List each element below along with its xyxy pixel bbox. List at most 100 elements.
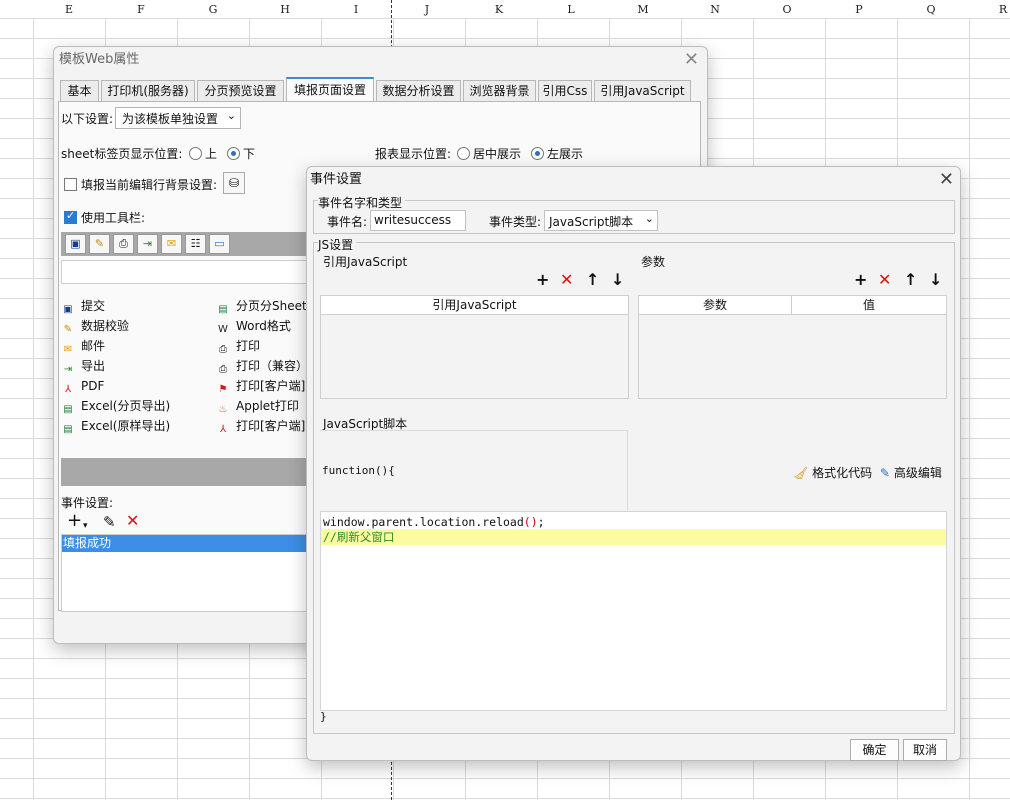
function-close-line: } bbox=[320, 710, 327, 723]
column-header[interactable]: L bbox=[535, 0, 607, 18]
print-icon[interactable]: ⎙ bbox=[113, 234, 134, 254]
bg-setting-checkbox[interactable]: 填报当前编辑行背景设置: bbox=[64, 176, 217, 193]
list-item-word[interactable]: W Word格式 bbox=[216, 316, 291, 336]
pencil-icon[interactable]: ✎ bbox=[89, 234, 110, 254]
column-header[interactable]: R bbox=[967, 0, 1010, 18]
list-item-label: 提交 bbox=[81, 299, 106, 313]
checkbox-icon bbox=[64, 209, 77, 224]
layout-icon[interactable]: ☷ bbox=[185, 234, 206, 254]
setting-dropdown[interactable]: 为该模板单独设置 ⌄ bbox=[115, 107, 241, 129]
format-code-button[interactable]: 🧹︎ 格式化代码 bbox=[793, 464, 872, 481]
event-type-dropdown[interactable]: JavaScript脚本 ⌄ bbox=[544, 210, 658, 231]
report-position-center[interactable]: 居中展示 bbox=[457, 145, 521, 162]
toolbar-checkbox[interactable]: 使用工具栏: bbox=[64, 209, 145, 226]
js-settings-group-label: JS设置 bbox=[318, 236, 357, 253]
checkbox-icon bbox=[64, 178, 77, 191]
radio-label: 居中展示 bbox=[473, 147, 522, 161]
save-icon[interactable]: ▣ bbox=[65, 234, 86, 254]
column-header[interactable]: Q bbox=[895, 0, 967, 18]
chevron-down-icon: ⌄ bbox=[644, 212, 654, 225]
arrow-up-icon[interactable]: ↑ bbox=[904, 272, 917, 288]
list-item-verify[interactable]: ✎ 数据校验 bbox=[61, 316, 129, 336]
column-header[interactable]: P bbox=[823, 0, 895, 18]
tab-data-analysis[interactable]: 数据分析设置 bbox=[376, 80, 461, 102]
sheet-position-bottom[interactable]: 下 bbox=[227, 145, 255, 162]
advanced-edit-button[interactable]: ✎ 高级编辑 bbox=[880, 464, 942, 481]
code-editor[interactable]: window.parent.location.reload(); //刷新父窗口 bbox=[320, 511, 947, 711]
ref-js-table[interactable]: 引用JavaScript bbox=[320, 295, 629, 399]
tab-printer[interactable]: 打印机(服务器) bbox=[101, 80, 195, 102]
list-item-print-client[interactable]: ⚑ 打印[客户端] bbox=[216, 376, 306, 396]
close-icon[interactable]: ✕ bbox=[939, 171, 954, 189]
tab-basic[interactable]: 基本 bbox=[60, 80, 99, 102]
column-header[interactable]: G bbox=[177, 0, 249, 18]
print-icon: ⎙ bbox=[219, 364, 227, 375]
column-header[interactable]: E bbox=[33, 0, 105, 18]
excel-icon: ▤ bbox=[218, 304, 228, 315]
list-item-mail[interactable]: ✉ 邮件 bbox=[61, 336, 105, 356]
cancel-button[interactable]: 取消 bbox=[903, 739, 947, 761]
code-semicolon: ; bbox=[537, 515, 545, 529]
list-item-print-client-pdf[interactable]: ⅄ 打印[客户端] bbox=[216, 416, 305, 436]
param-column-header: 参数 bbox=[639, 296, 792, 314]
close-icon[interactable]: ✕ bbox=[684, 51, 699, 69]
delete-icon[interactable]: ✕ bbox=[126, 513, 139, 529]
list-item-submit[interactable]: ▣ 提交 bbox=[61, 296, 105, 316]
code-paren: () bbox=[523, 515, 538, 529]
delete-icon[interactable]: ✕ bbox=[560, 272, 573, 288]
list-item-page-sheet[interactable]: ▤ 分页分Sheet导 bbox=[216, 296, 318, 316]
pdf-icon: ⅄ bbox=[219, 424, 227, 435]
export-icon[interactable]: ⇥ bbox=[137, 234, 158, 254]
add-icon[interactable]: + bbox=[854, 272, 867, 288]
paint-bucket-button[interactable]: ⛁ bbox=[223, 172, 245, 194]
ok-button[interactable]: 确定 bbox=[850, 739, 899, 761]
add-icon[interactable]: + bbox=[67, 512, 82, 530]
list-item-export[interactable]: ⇥ 导出 bbox=[61, 356, 105, 376]
tab-browser-bg[interactable]: 浏览器背景 bbox=[463, 80, 536, 102]
column-header[interactable]: K bbox=[463, 0, 535, 18]
column-header[interactable]: O bbox=[751, 0, 823, 18]
list-item-excel-page[interactable]: ▤ Excel(分页导出) bbox=[61, 396, 170, 416]
mail-icon[interactable]: ✉ bbox=[161, 234, 182, 254]
tab-page-preview[interactable]: 分页预览设置 bbox=[197, 80, 284, 102]
format-code-label: 格式化代码 bbox=[812, 466, 873, 480]
delete-icon[interactable]: ✕ bbox=[878, 272, 891, 288]
arrow-up-icon[interactable]: ↑ bbox=[586, 272, 599, 288]
event-list-item[interactable]: 填报成功 bbox=[62, 535, 308, 552]
arrow-down-icon[interactable]: ↓ bbox=[611, 272, 624, 288]
tab-ref-js[interactable]: 引用JavaScript bbox=[594, 80, 691, 102]
window-icon[interactable]: ▭ bbox=[209, 234, 230, 254]
radio-label: 下 bbox=[243, 147, 256, 161]
event-name-input[interactable]: writesuccess bbox=[370, 210, 466, 231]
tab-fill-page[interactable]: 填报页面设置 bbox=[286, 77, 374, 104]
column-header[interactable]: M bbox=[607, 0, 679, 18]
column-header[interactable]: H bbox=[249, 0, 321, 18]
column-header[interactable]: I bbox=[321, 0, 391, 18]
edit-icon: ✎ bbox=[880, 466, 891, 480]
arrow-down-icon[interactable]: ↓ bbox=[929, 272, 942, 288]
params-table[interactable]: 参数 值 bbox=[638, 295, 947, 399]
excel-icon: ▤ bbox=[63, 404, 73, 415]
report-position-left[interactable]: 左展示 bbox=[531, 145, 583, 162]
radio-label: 左展示 bbox=[547, 147, 584, 161]
chevron-down-icon[interactable]: ▾ bbox=[83, 518, 88, 534]
tab-ref-css[interactable]: 引用Css bbox=[538, 80, 592, 102]
column-header[interactable]: J bbox=[391, 0, 463, 18]
event-setting-label: 事件设置: bbox=[61, 496, 114, 510]
list-item-print-compat[interactable]: ⎙ 打印（兼容） bbox=[216, 356, 308, 376]
toolbar-label: 使用工具栏: bbox=[81, 211, 146, 225]
column-header[interactable]: F bbox=[105, 0, 177, 18]
add-icon[interactable]: + bbox=[536, 272, 549, 288]
list-item-print[interactable]: ⎙ 打印 bbox=[216, 336, 260, 356]
column-header[interactable]: N bbox=[679, 0, 751, 18]
list-item-excel-original[interactable]: ▤ Excel(原样导出) bbox=[61, 416, 170, 436]
sheet-position-top[interactable]: 上 bbox=[189, 145, 217, 162]
advanced-edit-label: 高级编辑 bbox=[893, 466, 942, 480]
list-item-label: Word格式 bbox=[236, 319, 291, 333]
params-label: 参数 bbox=[641, 255, 666, 269]
event-list: 填报成功 bbox=[61, 534, 309, 612]
list-item-pdf[interactable]: ⅄ PDF bbox=[61, 376, 104, 396]
radio-icon bbox=[457, 147, 470, 160]
list-item-applet-print[interactable]: ♨ Applet打印 bbox=[216, 396, 299, 416]
edit-icon[interactable]: ✎ bbox=[103, 514, 116, 530]
